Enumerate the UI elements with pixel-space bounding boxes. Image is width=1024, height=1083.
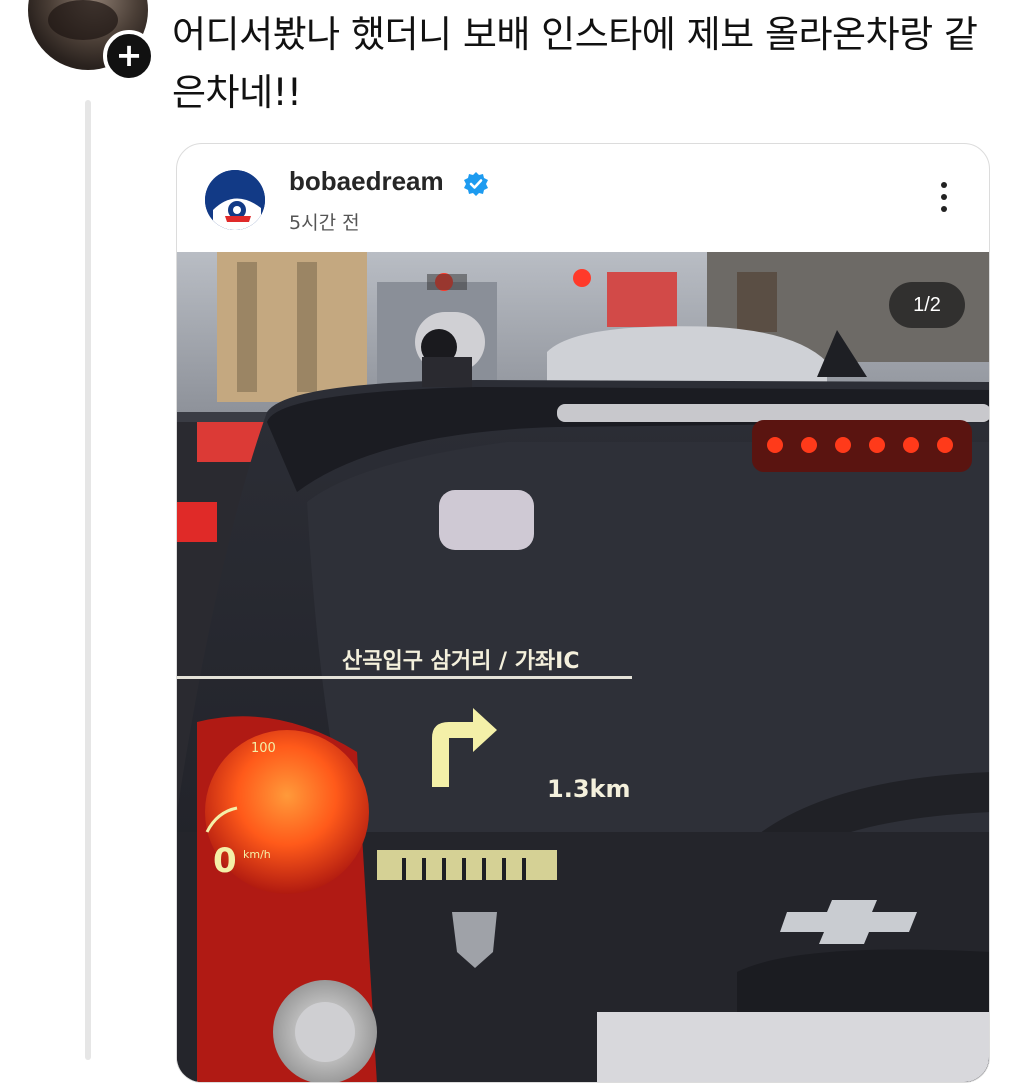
post-text: 어디서봤나 했더니 보배 인스타에 제보 올라온차랑 같은차네!!: [172, 13, 978, 114]
hud-speed: 0: [213, 841, 237, 881]
embed-header: bobaedream 5시간 전: [177, 144, 989, 252]
car-photo[interactable]: 산곡입구 삼거리 / 가좌IC 1.3km 0 km/h 100 1/2: [177, 252, 989, 1082]
instagram-embed-card[interactable]: bobaedream 5시간 전 산곡입구 삼거리 / 가좌IC 1.3km 0…: [176, 143, 990, 1083]
hud-gauge-mark: 100: [251, 741, 276, 756]
carousel-counter: 1/2: [889, 282, 965, 328]
more-options-icon[interactable]: [929, 182, 959, 222]
embed-username[interactable]: bobaedream: [289, 166, 444, 197]
bobaedream-logo[interactable]: [205, 170, 265, 230]
hud-destination: 산곡입구 삼거리 / 가좌IC: [342, 649, 580, 674]
hud-distance: 1.3km: [547, 775, 630, 803]
thread-line: [85, 100, 91, 1060]
verified-badge-icon: [463, 171, 489, 197]
hud-speed-unit: km/h: [243, 848, 271, 861]
follow-plus-button[interactable]: +: [103, 30, 155, 82]
embed-timestamp: 5시간 전: [289, 212, 360, 234]
